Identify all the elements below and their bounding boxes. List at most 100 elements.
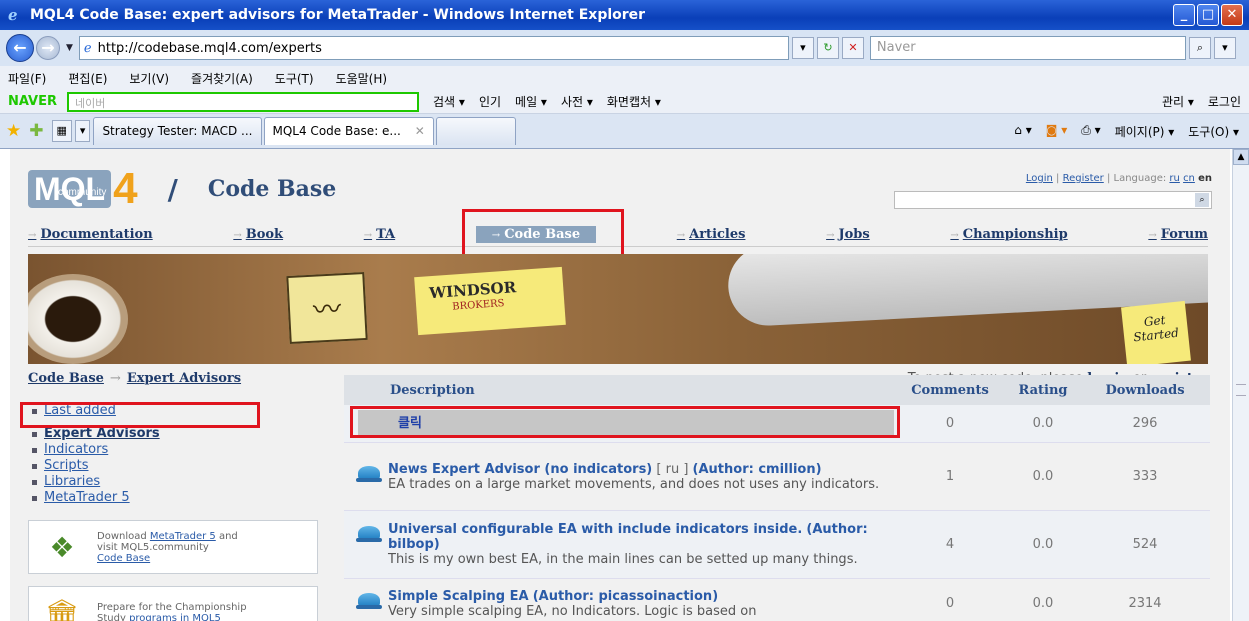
sidebar-item-scripts[interactable]: Scripts: [28, 458, 338, 474]
window-title: MQL4 Code Base: expert advisors for Meta…: [30, 7, 646, 23]
lang-cn[interactable]: cn: [1183, 173, 1195, 184]
menu-edit[interactable]: 편집(E): [68, 70, 107, 87]
naver-dictionary[interactable]: 사전 ▾: [561, 93, 593, 110]
nav-jobs[interactable]: → Jobs: [826, 227, 870, 242]
naver-login[interactable]: 로그인: [1208, 93, 1241, 110]
naver-logo[interactable]: NAVER: [8, 94, 57, 109]
new-tab[interactable]: [435, 117, 516, 145]
search-options-button[interactable]: ▾: [1213, 37, 1236, 59]
header-downloads[interactable]: Downloads: [1080, 383, 1210, 398]
logo-mql: MQL community: [28, 170, 112, 208]
menu-file[interactable]: 파일(F): [8, 70, 46, 87]
url-input[interactable]: ℯ http://codebase.mql4.com/experts: [78, 36, 789, 60]
header-rating[interactable]: Rating: [1006, 383, 1080, 398]
home-icon[interactable]: ⌂ ▾: [1014, 123, 1031, 140]
search-input[interactable]: Naver: [869, 36, 1186, 60]
code-title-link[interactable]: Universal configurable EA with include i…: [388, 522, 802, 537]
header-description[interactable]: Description: [344, 383, 894, 398]
naver-search-input[interactable]: 네이버: [67, 91, 420, 112]
site-search-icon[interactable]: ⌕: [1195, 193, 1209, 207]
code-title-link[interactable]: Simple Scalping EA: [388, 589, 529, 604]
menu-bar: 파일(F) 편집(E) 보기(V) 즐겨찾기(A) 도구(T) 도움말(H): [0, 66, 1249, 90]
naver-search-button[interactable]: 검색 ▾: [433, 93, 465, 110]
tools-menu[interactable]: 도구(O) ▾: [1188, 123, 1239, 140]
lang-ru[interactable]: ru: [1169, 173, 1179, 184]
naver-screencapture[interactable]: 화면캡처 ▾: [607, 93, 661, 110]
favorites-star-icon[interactable]: ★: [6, 121, 21, 141]
account-links: Login | Register | Language: ru cn en: [1025, 173, 1212, 184]
close-button[interactable]: ✕: [1221, 4, 1243, 26]
browser-content: MQL community 4 / Code Base Login | Regis…: [0, 148, 1249, 621]
stop-button[interactable]: ✕: [841, 37, 864, 59]
windsor-note: WINDSOR BROKERS: [414, 266, 566, 336]
nav-championship[interactable]: → Championship: [950, 227, 1067, 242]
back-button[interactable]: ←: [6, 34, 34, 62]
site-logo[interactable]: MQL community 4 / Code Base: [28, 164, 336, 213]
login-link[interactable]: Login: [1026, 173, 1053, 184]
history-dropdown-icon[interactable]: ▼: [66, 43, 73, 53]
sidebar-item-libraries[interactable]: Libraries: [28, 474, 338, 490]
menu-help[interactable]: 도움말(H): [336, 70, 388, 87]
menu-view[interactable]: 보기(V): [129, 70, 169, 87]
title-slash: /: [167, 172, 178, 206]
ad-banner[interactable]: 〰 WINDSOR BROKERS Get Started: [28, 254, 1208, 364]
nav-documentation[interactable]: → Documentation: [28, 227, 153, 242]
search-icon[interactable]: ⌕: [1188, 37, 1211, 59]
breadcrumb: Code Base → Expert Advisors: [28, 371, 242, 386]
url-dropdown-button[interactable]: ▾: [791, 37, 814, 59]
register-link[interactable]: Register: [1063, 173, 1104, 184]
logo-four: 4: [113, 164, 138, 213]
expert-hat-icon: [356, 592, 382, 609]
breadcrumb-expert-advisors[interactable]: Expert Advisors: [127, 371, 241, 386]
page-menu[interactable]: 페이지(P) ▾: [1115, 123, 1175, 140]
refresh-button[interactable]: ↻: [816, 37, 839, 59]
metatrader5-icon: ❖: [49, 530, 75, 564]
window-titlebar: ℯ MQL4 Code Base: expert advisors for Me…: [0, 0, 1249, 30]
sidebar-item-indicators[interactable]: Indicators: [28, 442, 338, 458]
header-comments[interactable]: Comments: [894, 383, 1006, 398]
nav-ta[interactable]: → TA: [364, 227, 395, 242]
table-row: Universal configurable EA with include i…: [344, 511, 1210, 579]
promo-metatrader5[interactable]: ❖ Download MetaTrader 5 and visit MQL5.co…: [28, 520, 318, 574]
table-row: News Expert Advisor (no indicators) [ ru…: [344, 443, 1210, 511]
forward-button[interactable]: →: [36, 36, 60, 60]
nav-forum[interactable]: → Forum: [1148, 227, 1208, 242]
menu-tools[interactable]: 도구(T): [275, 70, 314, 87]
table-header: Description Comments Rating Downloads: [344, 375, 1210, 405]
tab-mql4-codebase[interactable]: MQL4 Code Base: e... ✕: [263, 117, 434, 145]
vertical-scrollbar[interactable]: ▲: [1232, 149, 1249, 621]
get-started-note[interactable]: Get Started: [1121, 300, 1191, 364]
feeds-icon[interactable]: ◙ ▾: [1046, 123, 1067, 140]
expert-hat-icon: [356, 465, 382, 482]
expert-hat-icon: [356, 526, 382, 542]
ie-icon: ℯ: [8, 6, 18, 24]
code-title-link[interactable]: News Expert Advisor (no indicators): [388, 462, 652, 477]
tab-strategy-tester[interactable]: Strategy Tester: MACD ...: [93, 117, 262, 145]
promo-championship[interactable]: 🏛 Prepare for the Championship Study prog…: [28, 586, 318, 621]
minimize-button[interactable]: _: [1173, 4, 1195, 26]
chart-note-icon: 〰: [286, 272, 368, 344]
nav-book[interactable]: → Book: [233, 227, 283, 242]
add-favorite-icon[interactable]: ✚: [29, 121, 43, 141]
naver-mail[interactable]: 메일 ▾: [515, 93, 547, 110]
print-icon[interactable]: ⎙ ▾: [1081, 123, 1100, 140]
address-bar: ← → ▼ ℯ http://codebase.mql4.com/experts…: [0, 30, 1249, 66]
highlight-click-row: [350, 406, 900, 438]
naver-toolbar: NAVER 네이버 검색 ▾ 인기 메일 ▾ 사전 ▾ 화면캡처 ▾ 관리 ▾ …: [0, 90, 1249, 114]
maximize-button[interactable]: □: [1197, 4, 1219, 26]
nav-articles[interactable]: → Articles: [677, 227, 746, 242]
quick-tabs-button[interactable]: ▦: [51, 120, 72, 142]
lang-en[interactable]: en: [1198, 173, 1212, 184]
breadcrumb-codebase[interactable]: Code Base: [28, 371, 104, 386]
naver-popular[interactable]: 인기: [479, 93, 501, 110]
highlight-codebase: [462, 209, 624, 259]
site-search-input[interactable]: ⌕: [894, 191, 1212, 209]
tab-bar: ★ ✚ ▦ ▾ Strategy Tester: MACD ... MQL4 C…: [0, 114, 1249, 148]
tab-list-button[interactable]: ▾: [74, 120, 91, 142]
sidebar-item-metatrader5[interactable]: MetaTrader 5: [28, 490, 338, 506]
sidebar-item-expert-advisors[interactable]: Expert Advisors: [28, 426, 338, 442]
scroll-up-icon[interactable]: ▲: [1233, 149, 1249, 165]
close-tab-icon[interactable]: ✕: [415, 124, 425, 138]
naver-manage[interactable]: 관리 ▾: [1162, 93, 1194, 110]
menu-favorites[interactable]: 즐겨찾기(A): [191, 70, 253, 87]
